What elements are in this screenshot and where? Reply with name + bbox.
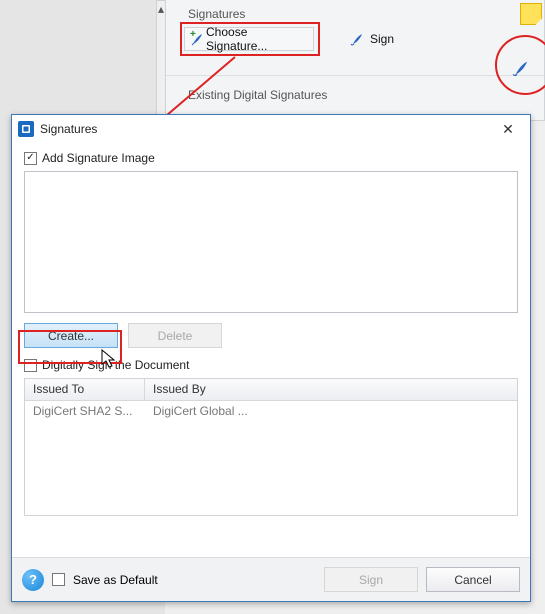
certificate-table-header: Issued To Issued By	[25, 379, 517, 401]
ribbon-divider	[166, 75, 544, 76]
delete-button-label: Delete	[158, 329, 193, 343]
choose-signature-button[interactable]: + Choose Signature...	[184, 27, 314, 51]
help-icon[interactable]: ?	[22, 569, 44, 591]
feather-plus-icon: +	[190, 31, 206, 47]
create-button[interactable]: Create...	[24, 323, 118, 348]
existing-signatures-label: Existing Digital Signatures	[188, 88, 327, 102]
save-default-checkbox[interactable]	[52, 573, 65, 586]
column-header-issued-by[interactable]: Issued By	[145, 379, 517, 400]
digitally-sign-checkbox[interactable]	[24, 359, 37, 372]
panel-feather-icon[interactable]	[512, 58, 528, 74]
ribbon-sign-button[interactable]: Sign	[350, 27, 410, 51]
cell-issued-by: DigiCert Global ...	[145, 401, 517, 423]
close-icon[interactable]: ✕	[492, 118, 524, 140]
sign-button-label: Sign	[359, 573, 383, 587]
scroll-up-arrow[interactable]: ▴	[157, 1, 165, 16]
dialog-title: Signatures	[40, 122, 97, 136]
ribbon-group-label: Signatures	[188, 7, 245, 21]
feather-sign-icon	[350, 31, 366, 47]
column-header-issued-to[interactable]: Issued To	[25, 379, 145, 400]
table-row[interactable]: DigiCert SHA2 S... DigiCert Global ...	[25, 401, 517, 423]
add-signature-image-label: Add Signature Image	[42, 151, 155, 165]
add-signature-image-checkbox[interactable]	[24, 152, 37, 165]
save-default-label: Save as Default	[73, 573, 158, 587]
digitally-sign-label: Digitally Sign the Document	[42, 358, 189, 372]
cancel-button-label: Cancel	[454, 573, 491, 587]
certificate-table[interactable]: Issued To Issued By DigiCert SHA2 S... D…	[24, 378, 518, 516]
dialog-footer: ? Save as Default Sign Cancel	[12, 557, 530, 601]
cell-issued-to: DigiCert SHA2 S...	[25, 401, 145, 423]
dialog-app-icon	[18, 121, 34, 137]
sign-button: Sign	[324, 567, 418, 592]
choose-signature-label: Choose Signature...	[206, 25, 308, 53]
dialog-titlebar: Signatures ✕	[12, 115, 530, 143]
signatures-dialog: Signatures ✕ Add Signature Image Create.…	[11, 114, 531, 602]
ribbon-sign-label: Sign	[370, 32, 394, 46]
signature-image-area[interactable]	[24, 171, 518, 313]
create-button-label: Create...	[48, 329, 94, 343]
cancel-button[interactable]: Cancel	[426, 567, 520, 592]
delete-button: Delete	[128, 323, 222, 348]
